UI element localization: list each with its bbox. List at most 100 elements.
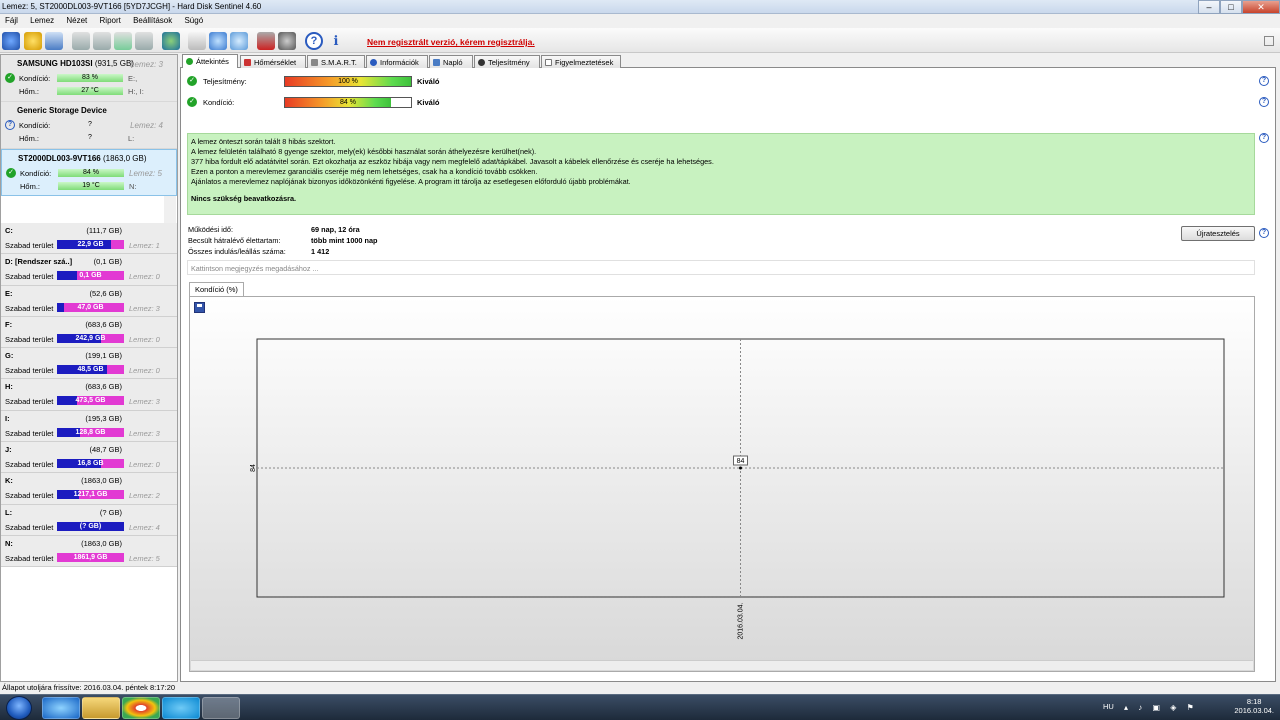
menu-report[interactable]: Riport <box>95 14 126 25</box>
performance-value: 100 % <box>338 78 358 85</box>
document-icon[interactable] <box>188 32 206 50</box>
hard-disk-sentinel-task-icon[interactable] <box>202 697 240 719</box>
help-icon[interactable]: ? <box>305 32 323 50</box>
tab-temperature[interactable]: Hőmérséklet <box>240 55 306 68</box>
tab-performance[interactable]: Teljesítmény <box>474 55 540 68</box>
register-link[interactable]: Nem regisztrált verzió, kérem regisztrál… <box>367 37 535 47</box>
free-space-bar: (? GB) <box>57 521 124 531</box>
start-button[interactable] <box>6 696 32 720</box>
free-space-value: 1217,1 GB <box>73 491 108 499</box>
volume-size: (195,3 GB) <box>85 413 122 423</box>
disk-item-generic[interactable]: Generic Storage Device ? Kondíció: ? Lem… <box>1 102 177 149</box>
volume-disk-number: Lemez: 3 <box>129 397 160 407</box>
volume-item[interactable]: N: (1863,0 GB) Szabad terület 1861,9 GB Leme… <box>1 535 177 568</box>
ie-icon[interactable] <box>42 697 80 719</box>
settings-icon[interactable] <box>278 32 296 50</box>
disk-volumes: N: <box>129 182 137 191</box>
volume-item[interactable]: G: (199,1 GB) Szabad terület 48,5 GB Lemez: … <box>1 348 177 380</box>
tab-overview[interactable]: Áttekintés <box>182 54 238 68</box>
tab-log[interactable]: Napló <box>429 55 473 68</box>
disk-name: Generic Storage Device <box>17 106 107 115</box>
volume-letter: F: <box>5 319 13 329</box>
free-space-label: Szabad terület <box>5 428 54 438</box>
condition-value: 84 % <box>340 99 356 106</box>
menu-view[interactable]: Nézet <box>61 14 92 25</box>
note-input[interactable]: Kattintson megjegyzés megadásához ... <box>187 260 1255 275</box>
disk-tool-icon[interactable] <box>135 32 153 50</box>
uptime-value: 69 nap, 12 óra <box>311 225 360 234</box>
start-count-label: Összes indulás/leállás száma: <box>188 247 286 256</box>
message-conclusion: Nincs szükség beavatkozásra. <box>191 194 297 203</box>
tab-information[interactable]: Információk <box>366 55 428 68</box>
free-space-bar: 48,5 GB <box>57 365 124 375</box>
refresh-icon[interactable] <box>2 32 20 50</box>
chart-tab-condition[interactable]: Kondíció (%) <box>189 282 244 296</box>
language-indicator[interactable]: HU <box>1103 702 1114 711</box>
skype-icon[interactable] <box>162 697 200 719</box>
tab-alerts[interactable]: Figyelmeztetések <box>541 55 621 68</box>
menu-settings[interactable]: Beállítások <box>128 14 177 25</box>
condition-label: Kondíció: <box>203 98 235 107</box>
minimize-button[interactable]: – <box>1198 0 1220 14</box>
disk-volumes: H:, I: <box>128 87 144 96</box>
condition-value: ? <box>88 121 92 128</box>
volume-item[interactable]: E: (52,6 GB) Szabad terület 47,0 GB Lemez: 3 <box>1 285 177 317</box>
sync-icon[interactable] <box>209 32 227 50</box>
lifetime-label: Becsült hátralévő élettartam: <box>188 236 281 245</box>
y-tick-label: 84 <box>250 464 257 472</box>
help-icon[interactable]: ? <box>1259 133 1269 143</box>
disk-test-icon[interactable] <box>72 32 90 50</box>
volume-disk-number: Lemez: 0 <box>129 460 160 470</box>
volume-item[interactable]: J: (48,7 GB) Szabad terület 16,8 GB Lemez: 0 <box>1 442 177 474</box>
chart-horizontal-scrollbar[interactable] <box>191 660 1253 670</box>
message-line: 377 hiba fordult elő adatátvitel során. … <box>191 157 714 166</box>
info-icon[interactable]: ℹ <box>327 32 345 50</box>
globe-icon[interactable] <box>162 32 180 50</box>
condition-label: Kondíció: <box>19 74 51 83</box>
help-icon[interactable]: ? <box>1259 76 1269 86</box>
free-space-bar: 1861,9 GB <box>57 552 124 562</box>
menu-help[interactable]: Súgó <box>179 14 208 25</box>
explorer-icon[interactable] <box>82 697 120 719</box>
volume-item[interactable]: K: (1863,0 GB) Szabad terület 1217,1 GB Leme… <box>1 473 177 505</box>
performance-rating: Kiváló <box>417 77 440 86</box>
clock[interactable]: 8:18 2016.03.04. <box>1234 697 1274 715</box>
condition-label: Kondíció: <box>19 121 51 130</box>
message-line: A lemez önteszt során talált 8 hibás sze… <box>191 137 336 146</box>
maximize-button[interactable]: □ <box>1220 0 1242 14</box>
retest-button[interactable]: Újratesztelés <box>1181 226 1255 241</box>
chrome-icon[interactable] <box>122 697 160 719</box>
surface-test-icon[interactable] <box>93 32 111 50</box>
menu-file[interactable]: Fájl <box>0 14 23 25</box>
volume-size: (683,6 GB) <box>85 319 122 329</box>
status-message-box: A lemez önteszt során talált 8 hibás sze… <box>187 133 1255 215</box>
menu-disk[interactable]: Lemez <box>25 14 59 25</box>
disk-item-st2000[interactable]: ST2000DL003-9VT166 (1863,0 GB) ✓ Kondíci… <box>1 149 177 196</box>
alert-icon[interactable] <box>24 32 42 50</box>
disk-ok-icon[interactable] <box>114 32 132 50</box>
volume-item[interactable]: H: (683,6 GB) Szabad terület 473,5 GB Lemez:… <box>1 379 177 411</box>
volume-item[interactable]: C: (111,7 GB) Szabad terület 22,9 GB Lemez: … <box>1 223 177 255</box>
tab-smart[interactable]: S.M.A.R.T. <box>307 55 365 68</box>
free-space-label: Szabad terület <box>5 491 54 501</box>
volume-item[interactable]: I: (195,3 GB) Szabad terület 128,8 GB Lemez:… <box>1 410 177 443</box>
tray-icons[interactable]: ▴ ♪ ▣ ◈ ⚑ <box>1124 703 1198 712</box>
close-button[interactable]: ✕ <box>1242 0 1280 14</box>
volume-letter: E: <box>5 288 13 298</box>
network-icon[interactable] <box>230 32 248 50</box>
volume-item[interactable]: L: (? GB) Szabad terület (? GB) Lemez: 4 <box>1 504 177 536</box>
volume-item[interactable]: D: [Rendszer szá..] (0,1 GB) Szabad terüle… <box>1 254 177 286</box>
temperature-label: Hőm.: <box>19 87 40 96</box>
help-icon[interactable]: ? <box>1259 228 1269 238</box>
condition-chart-panel: 84 84 2016.03.04. <box>189 296 1255 672</box>
toolbar-options-icon[interactable] <box>1264 36 1274 46</box>
report-icon[interactable] <box>257 32 275 50</box>
free-space-bar: 128,8 GB <box>57 427 124 437</box>
volume-item[interactable]: F: (683,6 GB) Szabad terület 242,9 GB Lemez:… <box>1 316 177 349</box>
disk-item-samsung[interactable]: SAMSUNG HD103SI (931,5 GB) Lemez: 3 ✓ Ko… <box>1 55 177 102</box>
help-icon[interactable]: ? <box>1259 97 1269 107</box>
mail-icon[interactable] <box>45 32 63 50</box>
volume-size: (52,6 GB) <box>89 288 122 298</box>
free-space-label: Szabad terület <box>5 366 54 376</box>
disk-name: ST2000DL003-9VT166 (1863,0 GB) <box>18 154 147 163</box>
